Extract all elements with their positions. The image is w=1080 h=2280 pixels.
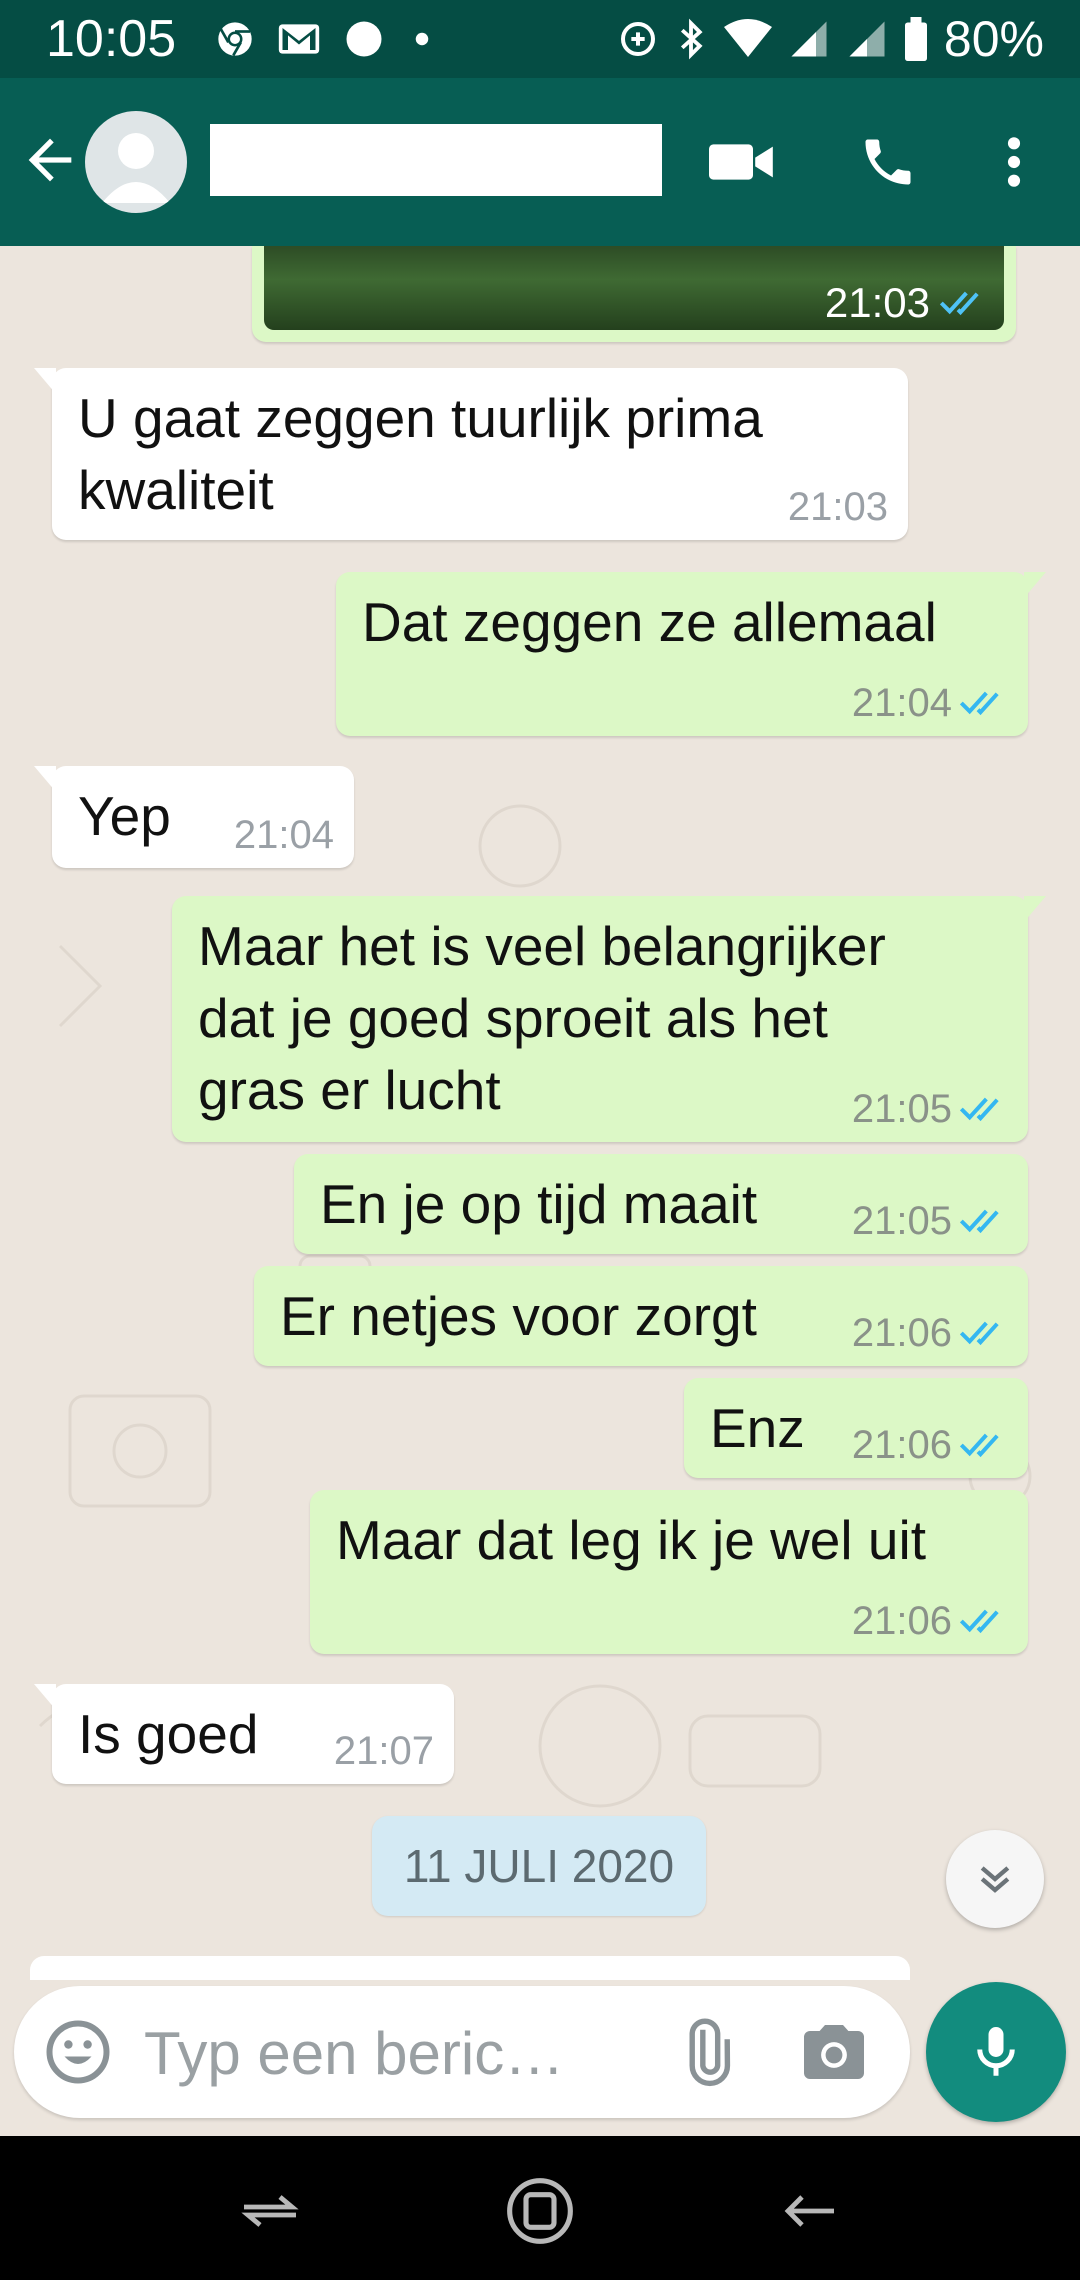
back-arrow-icon (28, 138, 72, 182)
emoji-icon[interactable] (42, 2016, 114, 2088)
message-text: En je op tijd maait (320, 1173, 758, 1235)
system-navigation-bar (0, 2136, 1080, 2280)
message-time: 21:04 (233, 813, 334, 857)
battery-percent: 80% (943, 11, 1044, 67)
wifi-icon (723, 19, 772, 57)
chat-header (0, 78, 1080, 246)
message-bubble-outgoing[interactable]: Maar dat leg ik je wel uit 21:06 (310, 1490, 1028, 1654)
message-bubble-incoming[interactable]: Is goed 21:07 (34, 1684, 454, 1784)
read-receipt-icon (959, 1321, 999, 1346)
message-time: 21:05 (851, 1199, 952, 1243)
voice-call-button[interactable] (848, 122, 928, 202)
message-meta: 21:06 (852, 1598, 1008, 1644)
message-time: 21:03 (787, 485, 888, 529)
back-nav-icon (784, 2195, 834, 2227)
read-receipt-icon (959, 691, 999, 716)
message-time: 21:03 (824, 279, 930, 326)
message-bubble-outgoing[interactable]: Dat zeggen ze allemaal 21:04 (336, 572, 1046, 736)
message-bubble-incoming[interactable] (30, 1956, 910, 1980)
system-icons: 80% (618, 10, 1044, 68)
message-meta: 21:05 (852, 1198, 1008, 1244)
bubble-tail (1024, 572, 1046, 598)
message-bubble-outgoing[interactable]: Maar het is veel belangrijker dat je goe… (172, 896, 1046, 1142)
message-meta: 21:04 (234, 812, 334, 858)
bubble-tail (34, 368, 56, 394)
message-meta: 21:03 (825, 280, 988, 326)
bubble-tail (34, 1684, 56, 1710)
double-chevron-down-icon (980, 1866, 1010, 1893)
read-receipt-icon (959, 1609, 999, 1634)
message-text: Er netjes voor zorgt (280, 1285, 757, 1347)
message-time: 21:04 (851, 681, 952, 725)
read-receipt-icon (959, 1209, 999, 1234)
data-saver-icon (620, 22, 655, 56)
message-text: Yep (78, 785, 171, 847)
avatar-icon (102, 133, 170, 203)
read-receipt-icon (959, 1433, 999, 1458)
date-separator: 11 JULI 2020 (372, 1816, 706, 1916)
recents-icon (241, 2195, 299, 2227)
image-message[interactable]: 21:03 (252, 246, 1016, 342)
attach-icon[interactable] (670, 2016, 742, 2088)
home-button[interactable] (500, 2176, 580, 2246)
chat-area[interactable]: 21:03 U gaat zeggen tuurlijk prima kwali… (0, 246, 1080, 1980)
message-bubble-incoming[interactable]: U gaat zeggen tuurlijk prima kwaliteit 2… (34, 368, 908, 540)
home-icon (507, 2178, 573, 2244)
bubble-tail (1024, 896, 1046, 922)
message-meta: 21:06 (852, 1422, 1008, 1468)
message-bubble-incoming[interactable]: Yep 21:04 (34, 766, 354, 868)
message-text: Maar het is veel belangrijker dat je goe… (198, 915, 886, 1121)
scroll-to-bottom-button[interactable] (946, 1830, 1044, 1928)
message-text: U gaat zeggen tuurlijk prima kwaliteit (78, 387, 763, 521)
read-receipt-icon (939, 291, 979, 316)
message-time: 21:07 (333, 1729, 434, 1773)
signal-icon (791, 21, 827, 57)
message-bubble-outgoing[interactable]: Er netjes voor zorgt 21:06 (254, 1266, 1028, 1366)
more-options-button[interactable] (974, 122, 1054, 202)
camera-icon[interactable] (798, 2016, 870, 2088)
notification-icons (215, 14, 437, 64)
video-call-button[interactable] (702, 122, 782, 202)
bluetooth-icon (680, 18, 703, 60)
message-bubble-outgoing[interactable]: En je op tijd maait 21:05 (294, 1154, 1028, 1254)
bubble-tail (34, 766, 56, 792)
message-text: Dat zeggen ze allemaal (362, 591, 937, 653)
recents-button[interactable] (230, 2176, 310, 2246)
chrome-icon (218, 22, 252, 56)
video-call-icon (709, 144, 773, 180)
circle-icon (346, 21, 382, 57)
message-input[interactable] (142, 2012, 646, 2094)
message-text: Is goed (78, 1703, 259, 1765)
message-time: 21:06 (851, 1311, 952, 1355)
status-bar: 10:05 80% (0, 0, 1080, 78)
back-button[interactable] (18, 128, 82, 192)
message-meta: 21:04 (852, 680, 1008, 726)
gmail-icon (278, 24, 320, 54)
message-bubble-outgoing[interactable]: Enz 21:06 (684, 1378, 1028, 1478)
status-time: 10:05 (46, 10, 177, 68)
message-meta: 21:06 (852, 1310, 1008, 1356)
message-text: Maar dat leg ik je wel uit (336, 1509, 926, 1571)
voice-message-button[interactable] (926, 1982, 1066, 2122)
signal-icon (849, 21, 885, 57)
read-receipt-icon (959, 1097, 999, 1122)
contact-name[interactable] (210, 124, 662, 196)
battery-icon (904, 17, 927, 61)
dot-icon (415, 32, 429, 46)
message-text: Enz (710, 1397, 805, 1459)
message-time: 21:06 (851, 1423, 952, 1467)
message-meta: 21:05 (852, 1086, 1008, 1132)
message-meta: 21:07 (334, 1728, 434, 1774)
message-time: 21:05 (851, 1087, 952, 1131)
message-time: 21:06 (851, 1599, 952, 1643)
phone-icon (865, 139, 911, 185)
mic-icon (977, 2027, 1015, 2076)
more-vert-icon (1007, 137, 1021, 187)
back-nav-button[interactable] (770, 2176, 850, 2246)
message-meta: 21:03 (788, 484, 888, 530)
avatar[interactable] (85, 111, 187, 213)
message-composer (14, 1986, 910, 2118)
